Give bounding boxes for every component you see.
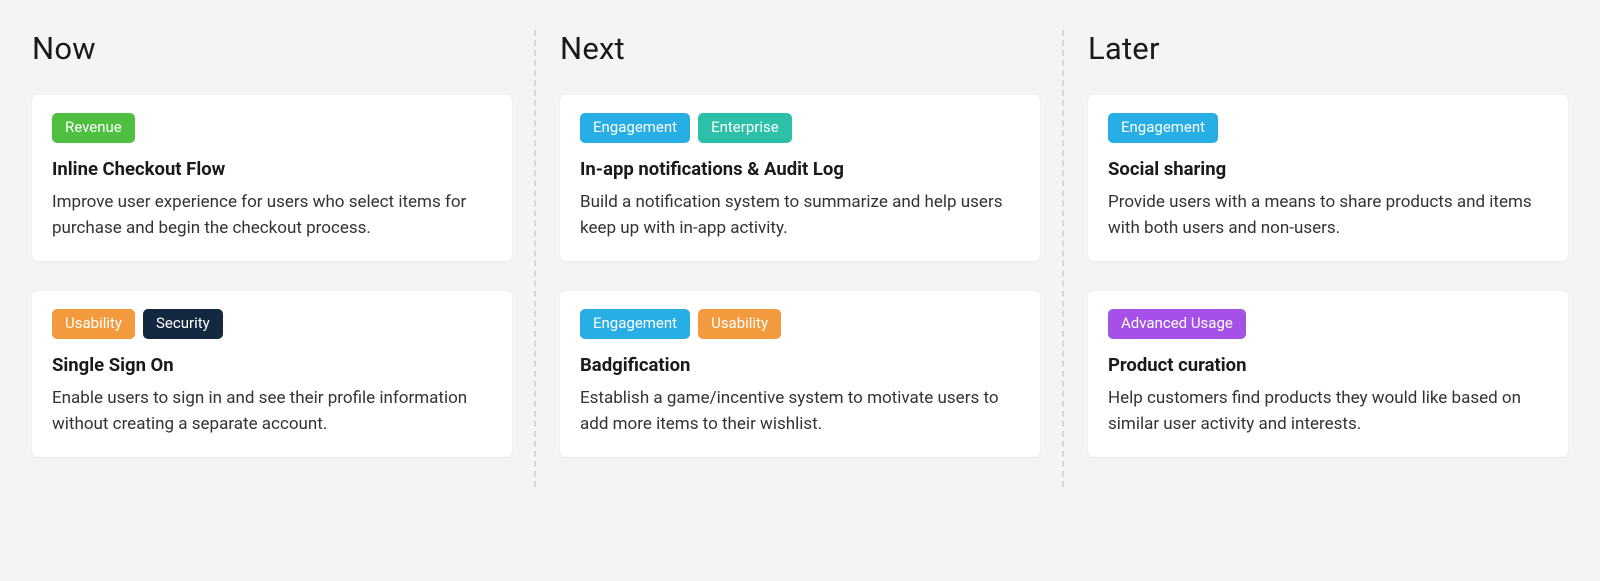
column-title: Later [1088, 30, 1568, 67]
tag-list: Engagement [1108, 113, 1548, 143]
roadmap-card[interactable]: Engagement Usability Badgification Estab… [560, 291, 1040, 457]
roadmap-card[interactable]: Engagement Social sharing Provide users … [1088, 95, 1568, 261]
tag-usability[interactable]: Usability [52, 309, 135, 339]
column-title: Next [560, 30, 1040, 67]
roadmap-card[interactable]: Revenue Inline Checkout Flow Improve use… [32, 95, 512, 261]
tag-enterprise[interactable]: Enterprise [698, 113, 792, 143]
card-title: In-app notifications & Audit Log [580, 157, 1020, 181]
tag-list: Usability Security [52, 309, 492, 339]
column-now: Now Revenue Inline Checkout Flow Improve… [32, 30, 536, 487]
tag-list: Revenue [52, 113, 492, 143]
column-later: Later Engagement Social sharing Provide … [1064, 30, 1568, 487]
column-title: Now [32, 30, 512, 67]
roadmap-card[interactable]: Engagement Enterprise In-app notificatio… [560, 95, 1040, 261]
tag-list: Engagement Enterprise [580, 113, 1020, 143]
tag-revenue[interactable]: Revenue [52, 113, 135, 143]
card-title: Badgification [580, 353, 1020, 377]
tag-list: Advanced Usage [1108, 309, 1548, 339]
card-title: Inline Checkout Flow [52, 157, 492, 181]
card-description: Establish a game/incentive system to mot… [580, 385, 1020, 438]
card-description: Help customers find products they would … [1108, 385, 1548, 438]
roadmap-card[interactable]: Advanced Usage Product curation Help cus… [1088, 291, 1568, 457]
card-description: Enable users to sign in and see their pr… [52, 385, 492, 438]
card-title: Single Sign On [52, 353, 492, 377]
roadmap-card[interactable]: Usability Security Single Sign On Enable… [32, 291, 512, 457]
card-description: Provide users with a means to share prod… [1108, 189, 1548, 242]
tag-usability[interactable]: Usability [698, 309, 781, 339]
tag-engagement[interactable]: Engagement [580, 113, 690, 143]
roadmap-board: Now Revenue Inline Checkout Flow Improve… [32, 30, 1568, 487]
tag-list: Engagement Usability [580, 309, 1020, 339]
tag-engagement[interactable]: Engagement [1108, 113, 1218, 143]
card-description: Improve user experience for users who se… [52, 189, 492, 242]
tag-advanced-usage[interactable]: Advanced Usage [1108, 309, 1246, 339]
card-title: Social sharing [1108, 157, 1548, 181]
tag-engagement[interactable]: Engagement [580, 309, 690, 339]
card-description: Build a notification system to summarize… [580, 189, 1020, 242]
card-title: Product curation [1108, 353, 1548, 377]
tag-security[interactable]: Security [143, 309, 223, 339]
column-next: Next Engagement Enterprise In-app notifi… [536, 30, 1064, 487]
